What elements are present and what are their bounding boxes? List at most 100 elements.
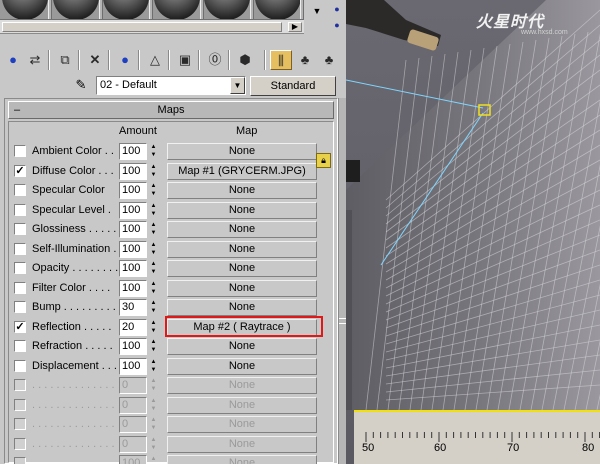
map-slot-button[interactable]: None [167, 435, 317, 453]
scroll-grip[interactable] [339, 318, 346, 324]
material-effects-channel-icon[interactable]: ⓪ [204, 50, 226, 70]
assign-material-icon[interactable]: ⧉ [54, 50, 76, 70]
amount-spinner-icon[interactable]: ▲▼ [149, 397, 158, 414]
show-map-in-viewport-icon[interactable]: ⬢ [234, 50, 256, 70]
amount-spinner-icon[interactable]: ▲▼ [149, 416, 158, 433]
get-material-icon[interactable]: ● [2, 50, 24, 70]
map-amount-field[interactable]: 100 [119, 279, 147, 297]
map-slot-button[interactable]: Map #1 (GRYCERM.JPG) [167, 162, 317, 180]
map-slot-button[interactable]: None [167, 182, 317, 199]
map-amount-field[interactable]: 100 [119, 143, 147, 160]
go-to-parent-icon[interactable]: ♣ [294, 50, 316, 70]
material-type-button[interactable]: Standard [250, 76, 336, 96]
amount-spinner-icon[interactable]: ▲▼ [149, 143, 158, 160]
amount-spinner-icon[interactable]: ▲▼ [149, 319, 158, 336]
map-enable-checkbox[interactable] [14, 418, 26, 430]
amount-spinner-icon[interactable]: ▲▼ [149, 455, 158, 464]
map-amount-field[interactable]: 100 [119, 182, 147, 199]
map-slot-button[interactable]: None [167, 455, 317, 464]
amount-spinner-icon[interactable]: ▲▼ [149, 280, 158, 297]
map-enable-checkbox[interactable] [14, 437, 26, 450]
map-enable-checkbox[interactable] [14, 457, 26, 464]
map-slot-button[interactable]: None [167, 416, 317, 433]
map-amount-field[interactable]: 100 [119, 221, 147, 238]
map-slot-button[interactable]: None [167, 357, 317, 375]
map-amount-field[interactable]: 30 [119, 299, 147, 316]
backlight-icon[interactable]: ● [328, 2, 346, 16]
material-name-dropdown[interactable]: 02 - Default ▼ [96, 76, 246, 95]
map-slot-button[interactable]: None [167, 377, 317, 394]
go-forward-icon[interactable]: ♣ [318, 50, 340, 70]
amount-spinner-icon[interactable]: ▲▼ [149, 260, 158, 277]
map-amount-field[interactable]: 100 [119, 338, 147, 355]
map-slot-button[interactable]: None [167, 338, 317, 355]
maps-rollout-header[interactable]: – Maps [8, 101, 334, 119]
amount-spinner-icon[interactable]: ▲▼ [149, 299, 158, 316]
amount-spinner-icon[interactable]: ▲▼ [149, 241, 158, 258]
amount-spinner-icon[interactable]: ▲▼ [149, 221, 158, 238]
map-slot-button[interactable]: None [167, 279, 317, 297]
map-enable-checkbox[interactable] [14, 379, 26, 391]
amount-spinner-icon[interactable]: ▲▼ [149, 338, 158, 355]
slots-scrollbar[interactable]: ▶ [0, 20, 304, 34]
map-enable-checkbox[interactable] [14, 359, 26, 372]
map-amount-field[interactable]: 100 [119, 201, 147, 219]
map-amount-field[interactable]: 0 [119, 435, 147, 453]
show-end-result-icon[interactable]: ⫼ [270, 50, 292, 70]
map-enable-checkbox[interactable] [14, 203, 26, 216]
map-amount-field[interactable]: 100 [119, 357, 147, 375]
map-amount-field[interactable]: 0 [119, 416, 147, 433]
pick-material-icon[interactable]: ✎ [72, 77, 90, 93]
perspective-viewport[interactable]: 火星时代 www.hxsd.com 50 60 70 80 [346, 0, 600, 464]
slots-scrollbar-thumb[interactable] [2, 22, 282, 32]
put-to-scene-icon[interactable]: ⇄ [24, 50, 46, 70]
rollout-scrollbar[interactable] [338, 98, 346, 464]
time-ruler[interactable]: 50 60 70 80 [354, 410, 600, 464]
map-slot-button[interactable]: None [167, 260, 317, 277]
amount-spinner-icon[interactable]: ▲▼ [149, 163, 158, 180]
map-slot-button[interactable]: None [167, 240, 317, 258]
sample-slot-1[interactable] [2, 0, 48, 19]
map-enable-checkbox[interactable] [14, 145, 26, 157]
amount-spinner-icon[interactable]: ▲▼ [149, 358, 158, 375]
amount-spinner-icon[interactable]: ▲▼ [149, 182, 158, 199]
copy-material-icon[interactable]: ● [114, 50, 136, 70]
map-enable-checkbox[interactable] [14, 340, 26, 352]
lock-icon[interactable]: 🔒︎ [316, 153, 331, 168]
map-amount-field[interactable]: 100 [119, 240, 147, 258]
map-amount-field[interactable]: 0 [119, 377, 147, 394]
map-amount-field[interactable]: 100 [119, 455, 147, 464]
map-enable-checkbox[interactable] [14, 301, 26, 313]
map-enable-checkbox[interactable]: ✓ [14, 164, 26, 177]
map-slot-button[interactable]: None [167, 143, 317, 160]
map-enable-checkbox[interactable] [14, 281, 26, 294]
map-slot-button[interactable]: None [167, 221, 317, 238]
map-slot-button[interactable]: None [167, 396, 317, 414]
map-amount-field[interactable]: 0 [119, 396, 147, 414]
sample-slot-4[interactable] [154, 0, 200, 19]
map-amount-field[interactable]: 100 [119, 162, 147, 180]
amount-spinner-icon[interactable]: ▲▼ [149, 377, 158, 394]
sample-slot-2[interactable] [53, 0, 99, 19]
map-enable-checkbox[interactable]: ✓ [14, 320, 26, 333]
map-enable-checkbox[interactable] [14, 398, 26, 411]
amount-spinner-icon[interactable]: ▲▼ [149, 436, 158, 453]
sample-slot-5[interactable] [204, 0, 250, 19]
sample-slot-6[interactable] [255, 0, 301, 19]
map-enable-checkbox[interactable] [14, 184, 26, 196]
amount-spinner-icon[interactable]: ▲▼ [149, 202, 158, 219]
put-to-library-icon[interactable]: ▣ [174, 50, 196, 70]
map-enable-checkbox[interactable] [14, 262, 26, 274]
reset-icon[interactable]: ✕ [84, 50, 106, 70]
sample-slot-3[interactable] [103, 0, 149, 19]
map-amount-field[interactable]: 100 [119, 260, 147, 277]
scroll-right-arrow-icon[interactable]: ▶ [288, 22, 302, 32]
background-icon[interactable]: ● [328, 18, 346, 32]
map-enable-checkbox[interactable] [14, 223, 26, 235]
make-unique-icon[interactable]: △ [144, 50, 166, 70]
map-slot-button[interactable]: None [167, 299, 317, 316]
sample-type-arrow-icon[interactable]: ▼ [308, 4, 326, 18]
map-slot-button[interactable]: None [167, 201, 317, 219]
map-amount-field[interactable]: 20 [119, 318, 147, 336]
map-enable-checkbox[interactable] [14, 242, 26, 255]
